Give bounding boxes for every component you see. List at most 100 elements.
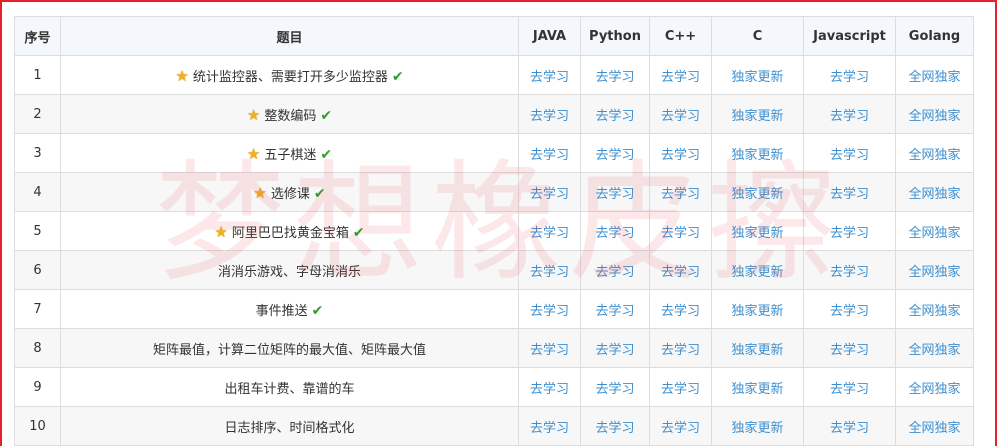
table-row: 3 ★ 五子棋迷 ✔ 去学习 去学习 去学习 独家更新 去学习 全网独家 [14, 133, 974, 173]
cpp-link[interactable]: 去学习 [661, 226, 700, 241]
cell-cpp: 去学习 [649, 289, 712, 329]
golang-link[interactable]: 全网独家 [908, 382, 960, 397]
cell-golang: 全网独家 [895, 55, 974, 95]
cell-cpp: 去学习 [649, 94, 712, 134]
cell-java: 去学习 [518, 211, 581, 251]
header-row: 序号 题目 JAVA Python C++ C Javascript Golan… [14, 16, 974, 56]
javascript-link[interactable]: 去学习 [830, 148, 869, 163]
golang-link[interactable]: 全网独家 [908, 304, 960, 319]
golang-link[interactable]: 全网独家 [908, 421, 960, 436]
cpp-link[interactable]: 去学习 [661, 304, 700, 319]
cpp-link[interactable]: 去学习 [661, 382, 700, 397]
python-link[interactable]: 去学习 [595, 187, 634, 202]
javascript-link[interactable]: 去学习 [830, 304, 869, 319]
row-title: 五子棋迷 [264, 147, 317, 163]
c-link[interactable]: 独家更新 [731, 382, 783, 397]
check-icon: ✔ [352, 224, 365, 241]
cpp-link[interactable]: 去学习 [661, 265, 700, 280]
javascript-link[interactable]: 去学习 [830, 382, 869, 397]
c-link[interactable]: 独家更新 [731, 343, 783, 358]
python-link[interactable]: 去学习 [595, 382, 634, 397]
golang-link[interactable]: 全网独家 [908, 187, 960, 202]
row-title: 出租车计费、靠谱的车 [224, 381, 355, 397]
java-link[interactable]: 去学习 [530, 148, 569, 163]
cpp-link[interactable]: 去学习 [661, 109, 700, 124]
javascript-link[interactable]: 去学习 [830, 265, 869, 280]
javascript-link[interactable]: 去学习 [830, 343, 869, 358]
row-title-cell: 消消乐游戏、字母消消乐 [60, 250, 519, 290]
header-javascript: Javascript [803, 16, 896, 56]
cell-c: 独家更新 [711, 172, 804, 212]
javascript-link[interactable]: 去学习 [830, 187, 869, 202]
table-row: 7 事件推送 ✔ 去学习 去学习 去学习 独家更新 去学习 全网独家 [14, 289, 974, 329]
c-link[interactable]: 独家更新 [731, 148, 783, 163]
c-link[interactable]: 独家更新 [731, 70, 783, 85]
cell-cpp: 去学习 [649, 406, 712, 446]
javascript-link[interactable]: 去学习 [830, 109, 869, 124]
python-link[interactable]: 去学习 [595, 421, 634, 436]
header-golang: Golang [895, 16, 974, 56]
java-link[interactable]: 去学习 [530, 70, 569, 85]
cell-javascript: 去学习 [803, 406, 896, 446]
java-link[interactable]: 去学习 [530, 421, 569, 436]
row-title: 事件推送 [255, 303, 308, 319]
cell-golang: 全网独家 [895, 211, 974, 251]
header-title: 题目 [60, 16, 519, 56]
cell-golang: 全网独家 [895, 250, 974, 290]
cell-python: 去学习 [580, 250, 650, 290]
python-link[interactable]: 去学习 [595, 109, 634, 124]
row-index: 4 [14, 172, 61, 212]
python-link[interactable]: 去学习 [595, 265, 634, 280]
python-link[interactable]: 去学习 [595, 304, 634, 319]
c-link[interactable]: 独家更新 [731, 421, 783, 436]
row-title: 消消乐游戏、字母消消乐 [217, 264, 361, 280]
c-link[interactable]: 独家更新 [731, 226, 783, 241]
cell-javascript: 去学习 [803, 328, 896, 368]
javascript-link[interactable]: 去学习 [830, 421, 869, 436]
c-link[interactable]: 独家更新 [731, 187, 783, 202]
c-link[interactable]: 独家更新 [731, 304, 783, 319]
cell-golang: 全网独家 [895, 289, 974, 329]
cpp-link[interactable]: 去学习 [661, 343, 700, 358]
python-link[interactable]: 去学习 [595, 343, 634, 358]
golang-link[interactable]: 全网独家 [908, 265, 960, 280]
cpp-link[interactable]: 去学习 [661, 421, 700, 436]
cell-javascript: 去学习 [803, 94, 896, 134]
cell-c: 独家更新 [711, 94, 804, 134]
javascript-link[interactable]: 去学习 [830, 226, 869, 241]
cpp-link[interactable]: 去学习 [661, 148, 700, 163]
java-link[interactable]: 去学习 [530, 265, 569, 280]
cell-javascript: 去学习 [803, 367, 896, 407]
golang-link[interactable]: 全网独家 [908, 226, 960, 241]
c-link[interactable]: 独家更新 [731, 265, 783, 280]
java-link[interactable]: 去学习 [530, 187, 569, 202]
java-link[interactable]: 去学习 [530, 382, 569, 397]
table-body: 1 ★ 统计监控器、需要打开多少监控器 ✔ 去学习 去学习 去学习 独家更新 去学习 全网独家 2 ★… [14, 55, 974, 446]
java-link[interactable]: 去学习 [530, 226, 569, 241]
table-row: 4 ★ 选修课 ✔ 去学习 去学习 去学习 独家更新 去学习 全网独家 [14, 172, 974, 212]
golang-link[interactable]: 全网独家 [908, 109, 960, 124]
python-link[interactable]: 去学习 [595, 148, 634, 163]
golang-link[interactable]: 全网独家 [908, 70, 960, 85]
header-c: C [711, 16, 804, 56]
java-link[interactable]: 去学习 [530, 109, 569, 124]
cell-c: 独家更新 [711, 250, 804, 290]
row-title: 矩阵最值，计算二位矩阵的最大值、矩阵最大值 [152, 342, 426, 358]
cell-cpp: 去学习 [649, 172, 712, 212]
cell-python: 去学习 [580, 94, 650, 134]
javascript-link[interactable]: 去学习 [830, 70, 869, 85]
cpp-link[interactable]: 去学习 [661, 187, 700, 202]
golang-link[interactable]: 全网独家 [908, 148, 960, 163]
python-link[interactable]: 去学习 [595, 226, 634, 241]
problem-table: 序号 题目 JAVA Python C++ C Javascript Golan… [14, 16, 974, 446]
cell-python: 去学习 [580, 406, 650, 446]
check-icon: ✔ [320, 107, 333, 124]
python-link[interactable]: 去学习 [595, 70, 634, 85]
table-row: 10 日志排序、时间格式化 去学习 去学习 去学习 独家更新 去学习 全网独家 [14, 406, 974, 446]
c-link[interactable]: 独家更新 [731, 109, 783, 124]
java-link[interactable]: 去学习 [530, 343, 569, 358]
java-link[interactable]: 去学习 [530, 304, 569, 319]
row-index: 9 [14, 367, 61, 407]
cpp-link[interactable]: 去学习 [661, 70, 700, 85]
golang-link[interactable]: 全网独家 [908, 343, 960, 358]
